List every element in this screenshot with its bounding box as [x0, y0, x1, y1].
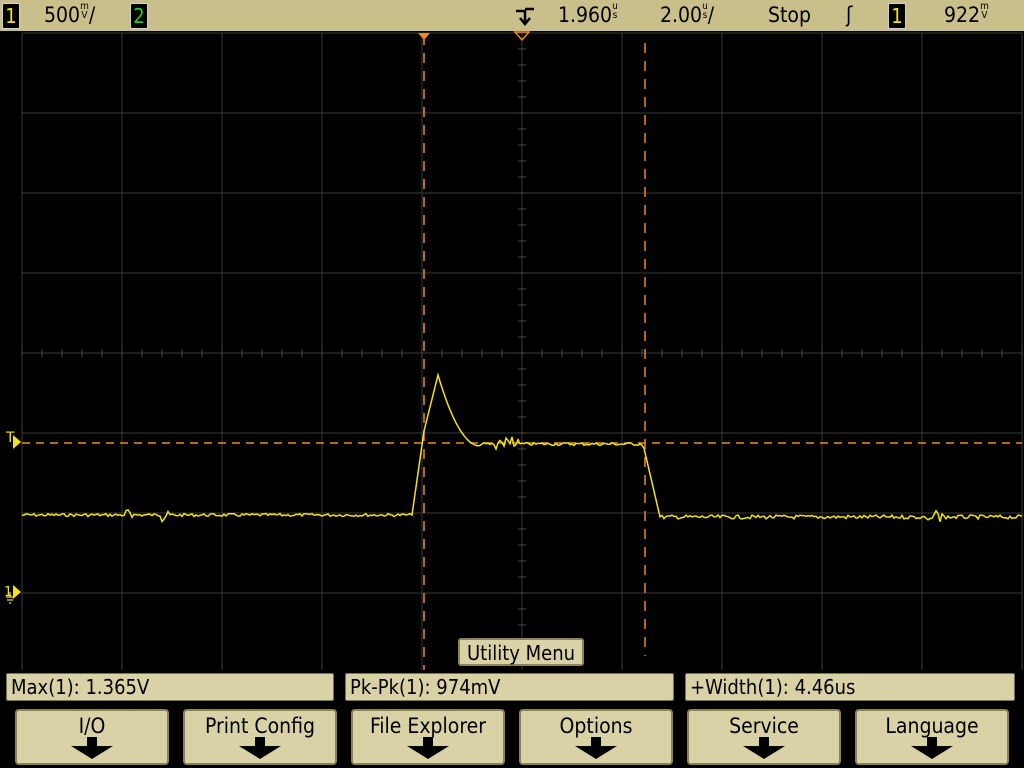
softkey-label: Print Config: [204, 714, 316, 738]
softkey-bar: I/O Print Config File Explorer Options S…: [0, 705, 1024, 768]
softkey-file-explorer[interactable]: File Explorer: [351, 709, 505, 765]
softkey-print-config[interactable]: Print Config: [183, 709, 337, 765]
status-bar: 1 500 m V/ 2 1.960 u s 2.00 u s / Stop ʃ 1 922 m…: [0, 0, 1024, 31]
softkey-options[interactable]: Options: [519, 709, 673, 765]
measurement-max: Max(1): 1.365V: [6, 673, 334, 701]
trigger-slope-icon: ʃ: [846, 3, 853, 27]
measurement-pk-pk: Pk-Pk(1): 974mV: [345, 673, 674, 701]
utility-menu-label: Utility Menu: [458, 638, 584, 666]
softkey-label: Service: [729, 714, 799, 738]
measurement-width: +Width(1): 4.46us: [685, 673, 1015, 701]
softkey-label: File Explorer: [369, 714, 487, 738]
arrow-down-icon: [239, 737, 281, 759]
arrow-down-icon: [407, 737, 449, 759]
trigger-source-indicator: 1: [888, 3, 906, 29]
arrow-down-icon: [911, 737, 953, 759]
softkey-label: I/O: [78, 714, 106, 738]
softkey-io[interactable]: I/O: [15, 709, 169, 765]
time-delay: 1.960 u s: [558, 1, 618, 28]
arrow-down-icon: [575, 737, 617, 759]
arrow-down-icon: [71, 737, 113, 759]
ground-marker: 1: [4, 585, 12, 600]
measurement-bar: Max(1): 1.365V Pk-Pk(1): 974mV +Width(1)…: [0, 670, 1024, 705]
time-scale: 2.00 u s /: [660, 1, 715, 28]
channel-1-scale: 500 m V /: [44, 1, 96, 28]
ground-arrow-icon: [13, 585, 21, 599]
run-state: Stop: [768, 3, 811, 27]
waveform-display[interactable]: T 1: [0, 31, 1024, 670]
graticule-grid: [21, 32, 1023, 670]
channel-2-indicator[interactable]: 2: [130, 3, 148, 29]
trigger-level-arrow-icon: [13, 435, 21, 449]
softkey-label: Language: [885, 714, 979, 738]
channel-1-indicator[interactable]: 1: [2, 3, 20, 29]
arrow-down-icon: [743, 737, 785, 759]
cursor-x1-marker[interactable]: [418, 33, 430, 40]
trigger-level: 922 m V: [944, 1, 989, 28]
softkey-service[interactable]: Service: [687, 709, 841, 765]
softkey-language[interactable]: Language: [855, 709, 1009, 765]
softkey-label: Options: [559, 714, 633, 738]
